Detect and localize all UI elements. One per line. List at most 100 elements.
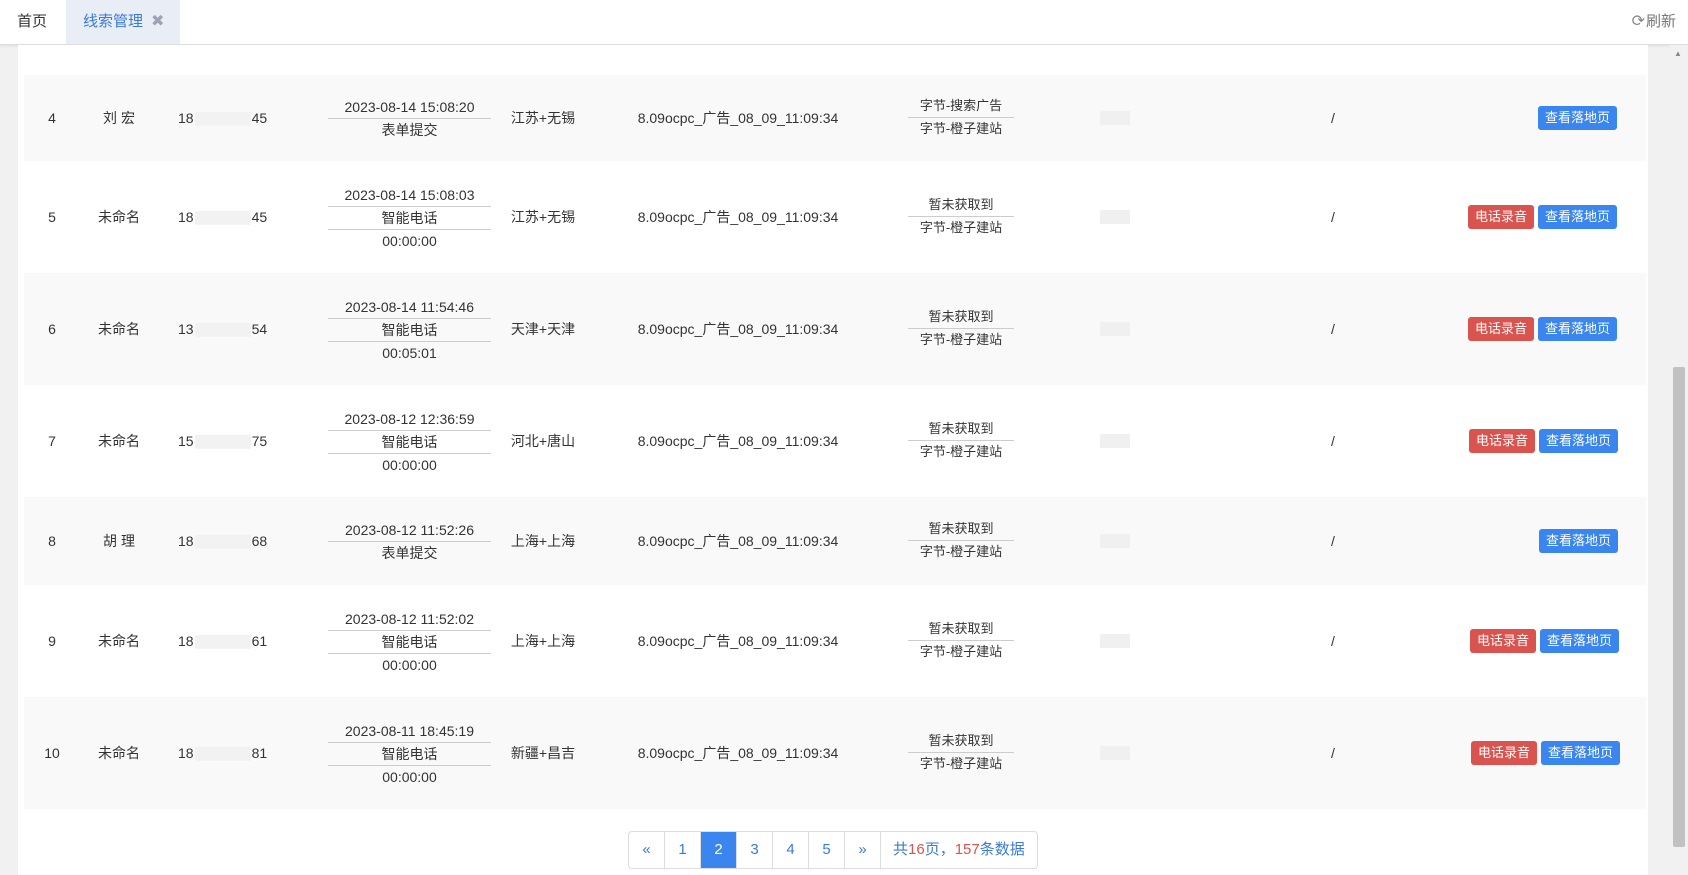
- phone-prefix: 13: [178, 320, 194, 337]
- view-landing-page-button[interactable]: 查看落地页: [1541, 741, 1621, 765]
- call-duration: 00:00:00: [382, 769, 437, 785]
- ad-plan: 8.09ocpc_广告_08_09_11:09:34: [637, 633, 839, 649]
- lead-region: 新疆+昌吉: [510, 745, 576, 761]
- lead-source-block: 暂未获取到 字节-橙子建站: [908, 618, 1014, 663]
- lead-time-block: 2023-08-12 11:52:26 表单提交: [328, 519, 491, 564]
- lead-time: 2023-08-14 11:54:46: [328, 296, 491, 319]
- table-row: 5 未命名 18 45 2023-08-14 15:08:03 智能电话 00:00:…: [24, 161, 1646, 273]
- lead-time-block: 2023-08-14 15:08:20 表单提交: [328, 96, 491, 141]
- phone-number: 15 75: [178, 432, 268, 450]
- lead-time: 2023-08-14 15:08:20: [328, 96, 491, 119]
- page-prev-button[interactable]: «: [629, 832, 665, 868]
- phone-number: 18 68: [178, 532, 268, 550]
- phone-prefix: 18: [178, 744, 194, 761]
- source-primary: 暂未获取到: [908, 618, 1014, 641]
- lead-name: 胡 理: [103, 533, 135, 549]
- ad-plan: 8.09ocpc_广告_08_09_11:09:34: [637, 110, 839, 126]
- refresh-icon: ⟳: [1631, 13, 1645, 30]
- tab-lead-management[interactable]: 线索管理 ✖: [66, 0, 180, 44]
- lead-source-block: 暂未获取到 字节-橙子建站: [908, 730, 1014, 775]
- page-2-button[interactable]: 2: [701, 832, 737, 868]
- refresh-label: 刷新: [1645, 13, 1676, 30]
- phone-mask: [194, 535, 251, 550]
- phone-mask: [194, 747, 251, 762]
- call-duration: 00:00:00: [382, 657, 437, 673]
- summary-suffix: 条数据: [979, 841, 1025, 858]
- row-index: 4: [48, 110, 56, 126]
- source-secondary: 字节-橙子建站: [919, 644, 1003, 659]
- phone-number: 13 54: [178, 320, 268, 338]
- call-recording-button[interactable]: 电话录音: [1468, 317, 1535, 341]
- lead-name: 刘 宏: [103, 110, 135, 126]
- placeholder-cell: [1100, 746, 1130, 760]
- tab-home[interactable]: 首页: [0, 0, 64, 44]
- view-landing-page-button[interactable]: 查看落地页: [1539, 429, 1619, 453]
- page-4-button[interactable]: 4: [773, 832, 809, 868]
- refresh-button[interactable]: ⟳刷新: [1632, 0, 1676, 44]
- lead-time: 2023-08-12 11:52:26: [328, 519, 491, 542]
- ad-plan: 8.09ocpc_广告_08_09_11:09:34: [637, 321, 839, 337]
- call-recording-button[interactable]: 电话录音: [1468, 205, 1535, 229]
- view-landing-page-button[interactable]: 查看落地页: [1538, 317, 1618, 341]
- summary-mid: 页，: [924, 841, 955, 858]
- table-row: 9 未命名 18 61 2023-08-12 11:52:02 智能电话 00:00:…: [24, 585, 1646, 697]
- scroll-up-icon[interactable]: ▲: [1674, 49, 1682, 58]
- row-index: 6: [48, 321, 56, 337]
- slash-cell: /: [1331, 745, 1335, 761]
- view-landing-page-button[interactable]: 查看落地页: [1538, 205, 1618, 229]
- phone-suffix: 75: [251, 432, 268, 449]
- total-records: 157: [954, 841, 980, 858]
- call-duration: 00:00:00: [382, 457, 437, 473]
- phone-suffix: 68: [251, 532, 268, 549]
- phone-number: 18 61: [178, 632, 267, 650]
- page-3-button[interactable]: 3: [737, 832, 773, 868]
- scrollbar[interactable]: ▲: [1670, 45, 1688, 875]
- call-recording-button[interactable]: 电话录音: [1469, 429, 1536, 453]
- placeholder-cell: [1100, 634, 1130, 648]
- row-index: 7: [48, 433, 56, 449]
- call-recording-button[interactable]: 电话录音: [1470, 629, 1537, 653]
- source-secondary: 字节-橙子建站: [919, 332, 1003, 347]
- source-secondary: 字节-橙子建站: [919, 121, 1003, 136]
- view-landing-page-button[interactable]: 查看落地页: [1538, 106, 1618, 130]
- table-row: 7 未命名 15 75 2023-08-12 12:36:59 智能电话 00:00:…: [24, 385, 1646, 497]
- lead-region: 天津+天津: [510, 321, 576, 337]
- source-primary: 暂未获取到: [908, 518, 1014, 541]
- lead-region: 河北+唐山: [510, 433, 576, 449]
- row-index: 9: [48, 633, 56, 649]
- source-primary: 暂未获取到: [908, 306, 1014, 329]
- call-duration: 00:00:00: [382, 233, 437, 249]
- phone-suffix: 45: [251, 109, 268, 126]
- placeholder-cell: [1100, 322, 1130, 336]
- tab-home-label: 首页: [16, 13, 47, 30]
- phone-mask: [194, 435, 251, 450]
- lead-type: 表单提交: [381, 122, 438, 138]
- phone-prefix: 18: [178, 632, 194, 649]
- lead-type: 表单提交: [381, 545, 438, 561]
- lead-time-block: 2023-08-14 11:54:46 智能电话 00:05:01: [328, 296, 491, 364]
- phone-prefix: 18: [178, 109, 194, 126]
- phone-suffix: 54: [251, 320, 268, 337]
- pagination: « 1 2 3 4 5 » 共16页，157条数据: [628, 831, 1038, 869]
- call-duration: 00:05:01: [382, 345, 437, 361]
- lead-time-block: 2023-08-14 15:08:03 智能电话 00:00:00: [328, 184, 491, 252]
- page-1-button[interactable]: 1: [665, 832, 701, 868]
- scroll-thumb[interactable]: [1673, 367, 1685, 847]
- slash-cell: /: [1331, 110, 1335, 126]
- source-primary: 暂未获取到: [908, 194, 1014, 217]
- phone-mask: [194, 211, 251, 226]
- call-recording-button[interactable]: 电话录音: [1471, 741, 1538, 765]
- lead-name: 未命名: [98, 209, 140, 225]
- view-landing-page-button[interactable]: 查看落地页: [1540, 629, 1620, 653]
- page-5-button[interactable]: 5: [809, 832, 845, 868]
- table-row: 4刘 宏 18 45 2023-08-14 15:08:20 表单提交 江苏+无锡 8…: [24, 75, 1646, 161]
- lead-time-block: 2023-08-12 11:52:02 智能电话 00:00:00: [328, 608, 491, 676]
- lead-name: 未命名: [98, 321, 140, 337]
- page-summary: 共16页，157条数据: [881, 832, 1037, 868]
- page-next-button[interactable]: »: [845, 832, 881, 868]
- view-landing-page-button[interactable]: 查看落地页: [1539, 529, 1619, 553]
- lead-name: 未命名: [98, 433, 140, 449]
- phone-mask: [194, 635, 251, 650]
- close-icon[interactable]: ✖: [151, 0, 164, 44]
- slash-cell: /: [1331, 321, 1335, 337]
